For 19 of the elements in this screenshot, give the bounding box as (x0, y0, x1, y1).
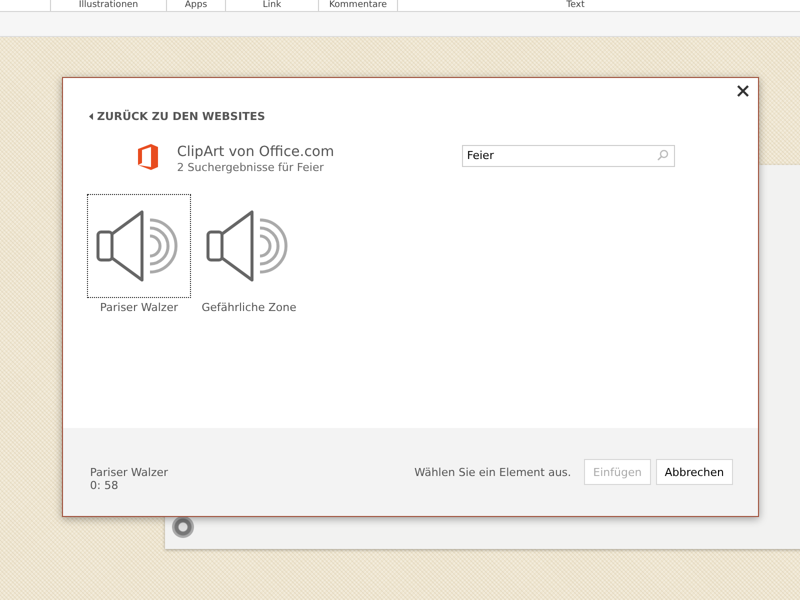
search-field[interactable]: Feier (462, 144, 675, 166)
selection-hint: Wählen Sie ein Element aus. (414, 466, 572, 478)
ribbon-group-label: Kommentare (318, 0, 397, 11)
clip-result-item[interactable]: Gefährliche Zone (197, 194, 301, 314)
result-summary: 2 Suchergebnisse für Feier (177, 161, 325, 174)
caret-icon (89, 113, 93, 120)
ribbon-group-label: Apps (166, 0, 225, 11)
cancel-button[interactable]: Abbrechen (656, 459, 733, 485)
close-icon (736, 84, 750, 98)
office-logo-icon (137, 144, 159, 170)
ribbon-group-label: Link (225, 0, 318, 11)
clip-duration: 0: 58 (90, 479, 120, 492)
ribbon-group-label: Illustrationen (50, 0, 166, 11)
ribbon-group-label: Text (397, 0, 753, 11)
selected-clip-name: Pariser Walzer (90, 466, 170, 479)
search-icon (657, 149, 669, 161)
close-button[interactable] (736, 84, 750, 98)
back-link[interactable]: ZURÜCK ZU DEN WEBSITES (89, 110, 266, 123)
source-title: ClipArt von Office.com (177, 144, 336, 160)
